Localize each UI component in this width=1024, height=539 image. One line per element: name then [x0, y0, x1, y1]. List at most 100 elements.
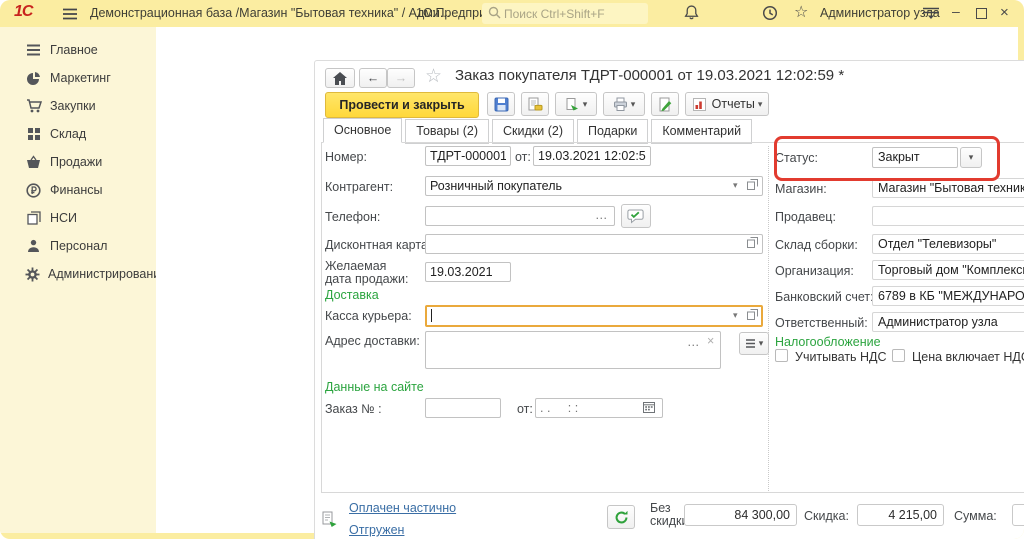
sidebar-item-finance[interactable]: Финансы: [0, 176, 156, 204]
sidebar-item-purchases[interactable]: Закупки: [0, 92, 156, 120]
address-textarea[interactable]: [425, 331, 721, 369]
number-input[interactable]: [425, 146, 511, 166]
tab-main[interactable]: Основное: [323, 118, 402, 143]
status-select[interactable]: Закрыт: [872, 147, 958, 168]
tab-bar: Основное Товары (2) Скидки (2) Подарки К…: [323, 118, 755, 143]
forward-button[interactable]: →: [387, 68, 415, 88]
assembly-warehouse-field[interactable]: Отдел "Телевизоры": [872, 234, 1024, 254]
sidebar-item-nsi[interactable]: НСИ: [0, 204, 156, 232]
shipped-status-link[interactable]: Отгружен: [349, 523, 404, 537]
minimize-button[interactable]: –: [952, 3, 960, 19]
home-icon: [333, 72, 347, 85]
open-choice-icon[interactable]: [747, 237, 758, 251]
address-clear-icon[interactable]: ×: [707, 335, 714, 348]
address-label: Адрес доставки:: [325, 334, 420, 348]
organization-label: Организация:: [775, 264, 854, 278]
desired-date-label-line2: дата продажи:: [325, 272, 408, 286]
paid-status-link[interactable]: Оплачен частично: [349, 501, 456, 515]
notifications-button[interactable]: [684, 5, 699, 23]
search-input[interactable]: [482, 3, 648, 24]
tab-goods[interactable]: Товары (2): [405, 119, 489, 144]
open-choice-icon[interactable]: [747, 179, 758, 193]
ruble-icon: [25, 182, 42, 198]
contractor-label: Контрагент:: [325, 180, 393, 194]
window-close-button[interactable]: ×: [1000, 4, 1009, 21]
open-choice-icon[interactable]: [747, 309, 758, 323]
sidebar-item-main[interactable]: Главное: [0, 36, 156, 64]
bank-account-field[interactable]: 6789 в КБ "МЕЖДУНАРОДНЫЙ БАНК РАЗВИТИЯ" …: [872, 286, 1024, 306]
sidebar-item-warehouse[interactable]: Склад: [0, 120, 156, 148]
maximize-button[interactable]: [976, 8, 987, 19]
recalculate-button[interactable]: [607, 505, 635, 529]
calendar-icon[interactable]: [643, 401, 655, 416]
sidebar-item-label: Закупки: [50, 99, 96, 113]
column-separator: [768, 146, 769, 491]
address-select-ellipsis[interactable]: …: [687, 336, 701, 349]
post-document-icon: [527, 97, 543, 112]
address-menu-button[interactable]: ▾: [739, 332, 769, 355]
courier-cash-input[interactable]: [425, 305, 763, 327]
back-button[interactable]: ←: [359, 68, 387, 88]
text-cursor: [431, 309, 432, 322]
phone-input[interactable]: [425, 206, 615, 226]
search-icon: [488, 6, 501, 22]
site-order-no-input[interactable]: [425, 398, 501, 418]
document-date-input[interactable]: [533, 146, 651, 166]
sidebar-item-label: Маркетинг: [50, 71, 111, 85]
favorite-star-icon[interactable]: ☆: [425, 65, 442, 88]
no-discount-label-line1: Без: [650, 501, 671, 515]
tab-gifts[interactable]: Подарки: [577, 119, 648, 144]
service-menu-icon: [922, 7, 940, 20]
sidebar-item-label: Главное: [50, 43, 98, 57]
assembly-warehouse-label: Склад сборки:: [775, 238, 858, 252]
sidebar-item-marketing[interactable]: Маркетинг: [0, 64, 156, 92]
store-field[interactable]: Магазин "Бытовая техника": [872, 178, 1024, 198]
home-button[interactable]: [325, 68, 355, 88]
vat-checkbox[interactable]: [775, 349, 788, 362]
dropdown-caret-icon[interactable]: ▾: [733, 181, 738, 190]
tab-discounts[interactable]: Скидки (2): [492, 119, 574, 144]
organization-field[interactable]: Торговый дом "Комплексный": [872, 260, 1024, 280]
main-menu-button[interactable]: [62, 8, 78, 23]
tab-comment[interactable]: Комментарий: [651, 119, 752, 144]
dropdown-caret-icon[interactable]: ▾: [733, 311, 738, 320]
discount-card-input[interactable]: [425, 234, 763, 254]
sidebar-item-label: НСИ: [50, 211, 77, 225]
date-prefix-label: от:: [515, 150, 531, 164]
1c-logo: 1С: [14, 3, 32, 21]
store-label: Магазин:: [775, 182, 827, 196]
seller-field[interactable]: [872, 206, 1024, 226]
sidebar-item-sales[interactable]: Продажи: [0, 148, 156, 176]
edit-pencil-icon: [658, 97, 673, 112]
status-dropdown-button[interactable]: ▾: [960, 147, 982, 168]
payment-status-icon: [321, 511, 338, 531]
reports-button[interactable]: Отчеты ▾: [685, 92, 769, 116]
print-button[interactable]: ▾: [603, 92, 645, 116]
save-button[interactable]: [487, 92, 515, 116]
responsible-field[interactable]: Администратор узла: [872, 312, 1024, 332]
vat-included-checkbox-label: Цена включает НДС: [912, 350, 1024, 364]
edit-button[interactable]: [651, 92, 679, 116]
favorites-button[interactable]: ☆: [794, 2, 808, 22]
sms-call-button[interactable]: [621, 204, 651, 228]
gear-icon: [25, 266, 40, 282]
create-based-on-button[interactable]: ▾: [555, 92, 597, 116]
person-icon: [25, 238, 42, 254]
print-icon: [613, 97, 628, 111]
pie-icon: [25, 70, 42, 86]
desired-date-input[interactable]: [425, 262, 511, 282]
save-icon: [494, 97, 509, 112]
phone-select-ellipsis[interactable]: …: [595, 209, 609, 222]
vat-included-checkbox[interactable]: [892, 349, 905, 362]
history-button[interactable]: [762, 5, 778, 24]
section-panel: Главное Маркетинг Закупки Склад Продажи …: [0, 27, 156, 533]
sidebar-item-administration[interactable]: Администрирование: [0, 260, 156, 288]
basket-icon: [25, 154, 42, 170]
window-title: Демонстрационная база /Магазин "Бытовая …: [90, 6, 450, 20]
contractor-input[interactable]: [425, 176, 763, 196]
post-and-close-button[interactable]: Провести и закрыть: [325, 92, 479, 118]
sidebar-item-personnel[interactable]: Персонал: [0, 232, 156, 260]
report-icon: [692, 97, 707, 112]
service-menu-button[interactable]: [922, 7, 940, 23]
post-document-button[interactable]: [521, 92, 549, 116]
